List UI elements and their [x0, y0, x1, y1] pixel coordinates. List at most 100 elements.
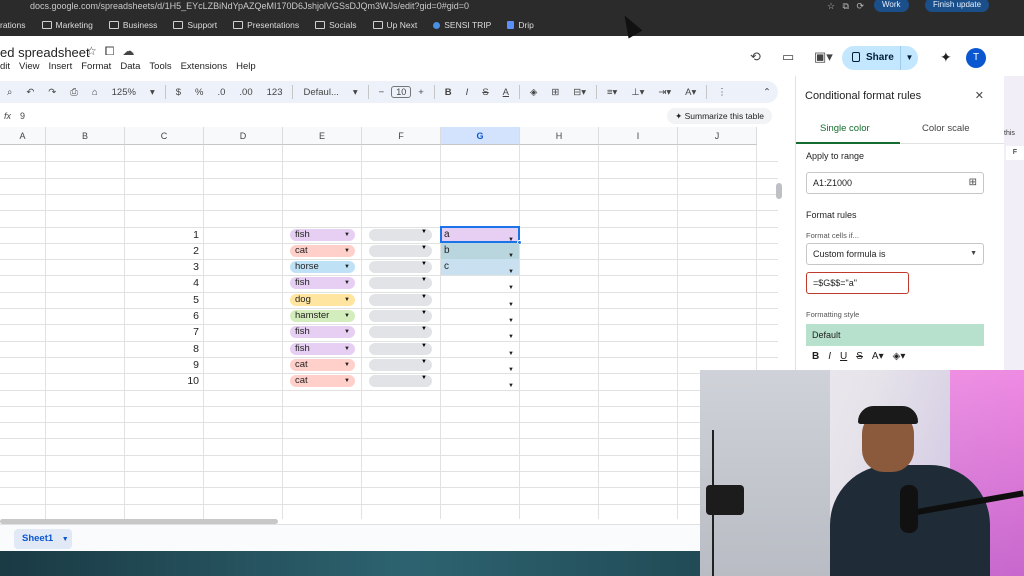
chevron-down-icon[interactable]: ▼ — [344, 359, 350, 371]
share-button[interactable]: Share ▼ — [842, 46, 918, 70]
number-cell[interactable]: 9 — [125, 357, 203, 373]
number-format-button[interactable]: 123 — [260, 87, 290, 98]
chevron-down-icon[interactable]: ▼ — [421, 261, 427, 267]
tab-color-scale[interactable]: Color scale — [922, 123, 970, 134]
zoom-select[interactable]: 125% — [105, 87, 143, 98]
number-cell[interactable]: 6 — [125, 308, 203, 324]
empty-dropdown-chip[interactable]: ▼ — [369, 229, 432, 241]
style-preset-select[interactable]: Default — [806, 324, 984, 346]
chevron-down-icon[interactable]: ▼ — [421, 326, 427, 332]
increase-decimal-button[interactable]: .00 — [232, 87, 259, 98]
currency-button[interactable]: $ — [169, 87, 188, 98]
chevron-down-icon[interactable]: ▼ — [344, 277, 350, 289]
menu-tools[interactable]: Tools — [149, 61, 171, 72]
meet-icon[interactable]: ▣▾ — [814, 49, 833, 65]
underline-icon[interactable]: U — [840, 351, 847, 362]
empty-dropdown-chip[interactable]: ▼ — [369, 326, 432, 338]
font-select[interactable]: Defaul... — [296, 87, 345, 98]
number-cell[interactable]: 3 — [125, 259, 203, 275]
bookmark-link[interactable]: SENSI TRIP — [433, 20, 491, 30]
column-header-e[interactable]: E — [283, 127, 362, 145]
g-dropdown-cell[interactable]: ▼ — [441, 275, 519, 291]
g-dropdown-cell[interactable]: ▼ — [441, 373, 519, 389]
history-icon[interactable]: ⟲ — [750, 49, 761, 65]
chevron-down-icon[interactable]: ▼ — [62, 536, 69, 543]
vertical-align-icon[interactable]: ⊥▾ — [624, 87, 651, 98]
chevron-down-icon[interactable]: ▼ — [421, 359, 427, 365]
star-icon[interactable]: ☆ — [86, 44, 97, 59]
move-folder-icon[interactable]: ⧠ — [105, 44, 115, 59]
browser-url-bar[interactable]: docs.google.com/spreadsheets/d/1H5_EYcLZ… — [0, 0, 1024, 14]
menu-format[interactable]: Format — [81, 61, 111, 72]
chevron-down-icon[interactable]: ▼ — [508, 378, 514, 394]
text-color-icon[interactable]: A▾ — [872, 351, 884, 362]
number-cell[interactable]: 7 — [125, 324, 203, 340]
spreadsheet-grid[interactable]: A B C D E F G H I J 1 fish ▼ ▼ a ▼ 2 cat ▼ ▼ b ▼ 3 horse ▼ ▼ c ▼ 4 fi… — [0, 127, 778, 519]
search-menus-icon[interactable]: ⌕ — [0, 87, 19, 98]
empty-dropdown-chip[interactable]: ▼ — [369, 359, 432, 371]
dropdown-chip[interactable]: fish ▼ — [290, 277, 355, 289]
dropdown-chip[interactable]: cat ▼ — [290, 245, 355, 257]
text-rotation-icon[interactable]: A▾ — [678, 87, 703, 98]
print-icon[interactable]: ⎙ — [63, 87, 85, 98]
horizontal-align-icon[interactable]: ≡▾ — [600, 87, 624, 98]
bookmark-link[interactable]: Drip — [507, 20, 534, 30]
column-header-b[interactable]: B — [46, 127, 125, 145]
empty-dropdown-chip[interactable]: ▼ — [369, 343, 432, 355]
menu-view[interactable]: View — [19, 61, 39, 72]
undo-icon[interactable]: ↶ — [19, 87, 41, 98]
bold-icon[interactable]: B — [812, 351, 819, 362]
column-header-i[interactable]: I — [599, 127, 678, 145]
profile-button[interactable]: Work — [874, 0, 909, 12]
g-dropdown-cell[interactable]: ▼ — [441, 341, 519, 357]
empty-dropdown-chip[interactable]: ▼ — [369, 310, 432, 322]
dropdown-chip[interactable]: cat ▼ — [290, 375, 355, 387]
italic-icon[interactable]: I — [828, 351, 831, 362]
number-cell[interactable]: 5 — [125, 292, 203, 308]
column-header-c[interactable]: C — [125, 127, 204, 145]
summarize-table-button[interactable]: ✦ Summarize this table — [667, 108, 772, 124]
italic-icon[interactable]: I — [459, 87, 476, 98]
fill-color-icon[interactable]: ◈▾ — [893, 351, 906, 362]
column-header-j[interactable]: J — [678, 127, 757, 145]
bookmark-folder[interactable]: Up Next — [372, 20, 417, 30]
empty-dropdown-chip[interactable]: ▼ — [369, 261, 432, 273]
chevron-down-icon[interactable]: ▼ — [421, 245, 427, 251]
chevron-down-icon[interactable]: ▼ — [421, 229, 427, 235]
g-dropdown-cell[interactable]: ▼ — [441, 324, 519, 340]
gemini-icon[interactable]: ✦ — [940, 49, 952, 66]
empty-dropdown-chip[interactable]: ▼ — [369, 294, 432, 306]
vertical-scrollbar[interactable] — [776, 183, 782, 199]
number-cell[interactable]: 2 — [125, 243, 203, 259]
font-size-input[interactable]: 10 — [391, 86, 412, 98]
chevron-down-icon[interactable]: ▼ — [421, 310, 427, 316]
menu-edit[interactable]: dit — [0, 61, 10, 72]
close-icon[interactable]: ✕ — [975, 89, 984, 102]
bookmark-folder[interactable]: Socials — [315, 20, 357, 30]
tab-single-color[interactable]: Single color — [820, 123, 870, 134]
url-text[interactable]: docs.google.com/spreadsheets/d/1H5_EYcLZ… — [30, 1, 469, 11]
horizontal-scrollbar[interactable] — [0, 519, 278, 524]
more-options-icon[interactable]: ⋮ — [710, 87, 734, 98]
empty-dropdown-chip[interactable]: ▼ — [369, 375, 432, 387]
collapse-toolbar-icon[interactable]: ⌃ — [756, 87, 778, 98]
number-cell[interactable]: 4 — [125, 275, 203, 291]
strikethrough-icon[interactable]: S — [856, 351, 863, 362]
formula-input[interactable]: 9 — [20, 111, 25, 121]
number-cell[interactable]: 8 — [125, 341, 203, 357]
chevron-down-icon[interactable]: ▼ — [344, 343, 350, 355]
column-header-d[interactable]: D — [204, 127, 283, 145]
redo-icon[interactable]: ↷ — [41, 87, 63, 98]
paint-format-icon[interactable]: ⌂ — [85, 87, 105, 98]
g-dropdown-cell[interactable]: c ▼ — [441, 259, 519, 275]
bold-icon[interactable]: B — [438, 87, 459, 98]
chevron-down-icon[interactable]: ▼ — [344, 245, 350, 257]
g-dropdown-cell[interactable]: ▼ — [441, 308, 519, 324]
bookmark-folder[interactable]: rations — [0, 20, 26, 30]
document-title[interactable]: ed spreadsheet — [0, 45, 90, 60]
chevron-down-icon[interactable]: ▼ — [421, 277, 427, 283]
grid-select-icon[interactable]: ⊞ — [969, 173, 977, 193]
chevron-down-icon[interactable]: ▼ — [344, 326, 350, 338]
chevron-down-icon[interactable]: ▼ — [900, 46, 918, 70]
chevron-down-icon[interactable]: ▼ — [421, 375, 427, 381]
